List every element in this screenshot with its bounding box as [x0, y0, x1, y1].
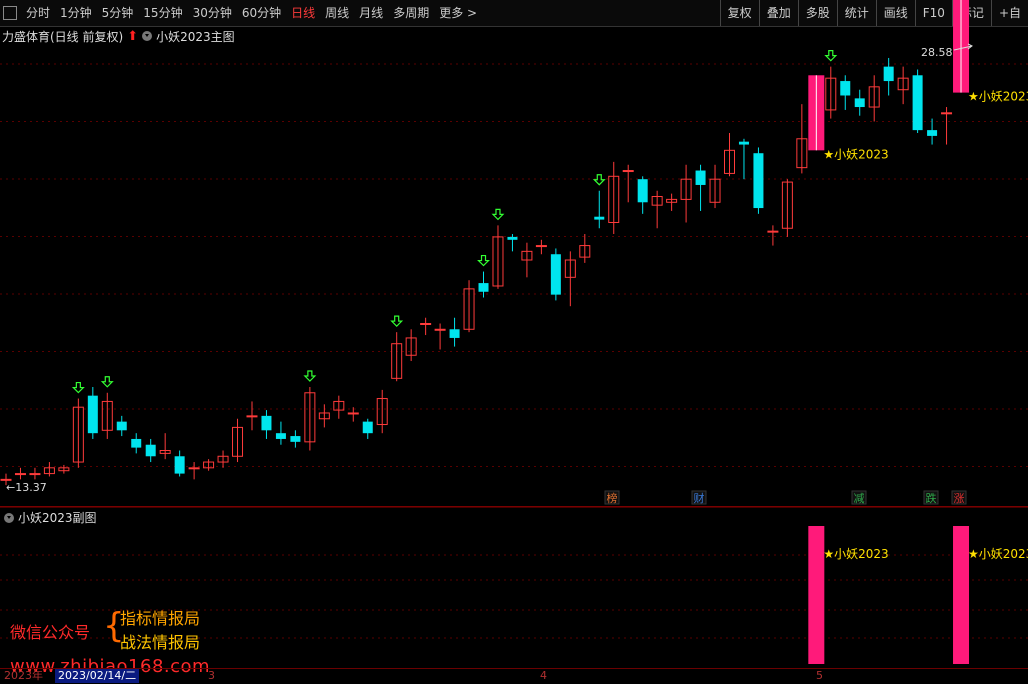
- axis-year: 2023年: [4, 669, 43, 682]
- candle-body: [420, 323, 432, 326]
- candle-body: [637, 179, 648, 203]
- candle-body: [275, 433, 286, 439]
- candle-body: [840, 81, 851, 96]
- axis-month-5: 5: [816, 669, 823, 682]
- down-arrow-icon: [71, 381, 85, 394]
- candle-body: [507, 236, 518, 240]
- candle-body: [449, 329, 460, 338]
- axis-month-3: 3: [208, 669, 215, 682]
- candle-body: [738, 141, 749, 145]
- candle-body: [261, 415, 272, 431]
- candle-body: [941, 112, 953, 115]
- watermark-line2: 战法情报局: [120, 633, 201, 652]
- candle-body: [854, 98, 865, 108]
- event-marker-label: 涨: [954, 492, 965, 505]
- candle-body: [883, 66, 894, 82]
- candles-layer: [0, 0, 970, 486]
- candle-body: [290, 436, 301, 442]
- candle-body: [478, 283, 489, 292]
- candle-body: [131, 438, 142, 448]
- candle-body: [246, 415, 258, 418]
- signal-label: ★小妖2023: [823, 147, 888, 161]
- candle-body: [912, 75, 923, 131]
- signal-label: ★小妖2023: [968, 90, 1028, 104]
- kline-chart[interactable]: 榜 财 减 跌 涨 ★小妖2023 ★小妖2023 ★小妖2023 ★小妖2023 28.58 ←…: [0, 0, 1028, 668]
- candle-body: [145, 444, 156, 457]
- event-marker-label: 跌: [926, 491, 937, 505]
- candle-body: [116, 421, 127, 431]
- candle-body: [347, 412, 359, 415]
- date-axis: 2023年 2023/02/14/二 3 4 5: [0, 668, 1028, 684]
- sub-signal-bar: [808, 526, 825, 664]
- down-arrow-icon: [390, 315, 404, 328]
- event-marker-label: 财: [694, 491, 705, 505]
- candle-body: [594, 216, 605, 220]
- candle-body: [29, 473, 41, 476]
- candle-body: [622, 170, 634, 173]
- event-marker-label: 减: [854, 492, 865, 505]
- candle-body: [550, 254, 561, 295]
- candle-body: [14, 473, 26, 476]
- candle-body: [362, 421, 373, 434]
- candle-body: [535, 245, 547, 248]
- down-arrow-icon: [477, 254, 490, 267]
- candle-body: [188, 467, 200, 470]
- candle-body: [927, 130, 938, 136]
- candle-body: [695, 170, 706, 185]
- price-high-label: 28.58: [921, 46, 953, 59]
- event-marker-label: 榜: [607, 491, 618, 505]
- candle-body: [767, 230, 779, 233]
- down-arrow-icon: [100, 376, 114, 388]
- watermark-line1: 指标情报局: [120, 609, 201, 628]
- event-markers-layer: 榜财减跌涨: [604, 490, 967, 505]
- candle-body: [434, 328, 446, 331]
- sub-signal-label: ★小妖2023: [968, 547, 1028, 561]
- axis-cursor-date: 2023/02/14/二: [55, 669, 140, 683]
- price-low-label: ←13.37: [6, 481, 47, 494]
- sub-signal-bar: [953, 526, 970, 664]
- candle-body: [174, 456, 185, 474]
- sub-signal-label: ★小妖2023: [823, 547, 888, 561]
- down-arrow-icon: [824, 50, 838, 62]
- down-arrow-icon: [491, 208, 505, 221]
- axis-month-4: 4: [540, 669, 547, 682]
- down-arrow-icon: [303, 370, 317, 382]
- watermark-account: 微信公众号: [10, 623, 91, 642]
- down-arrow-icon: [592, 174, 606, 186]
- candle-body: [753, 153, 764, 209]
- candle-body: [87, 395, 98, 434]
